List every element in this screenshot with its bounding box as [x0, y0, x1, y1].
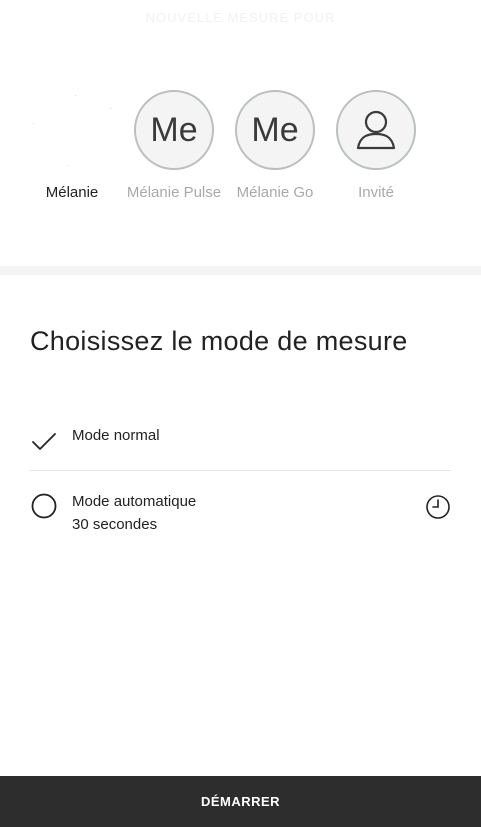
avatar: [336, 90, 416, 170]
picker-ghost-mark: ·: [74, 90, 77, 100]
radio-circle-icon: [31, 493, 57, 519]
mode-auto-text: Mode automatique 30 secondes: [72, 490, 196, 536]
user-melanie-pulse[interactable]: Me Mélanie Pulse: [124, 90, 224, 204]
clock-icon[interactable]: [425, 494, 451, 520]
picker-ghost-mark: ': [110, 106, 112, 116]
avatar: Me: [134, 90, 214, 170]
mode-normal-option[interactable]: Mode normal: [30, 418, 451, 471]
screen-title: NOUVELLE MESURE POUR: [145, 10, 336, 25]
mode-auto-label: Mode automatique: [72, 493, 197, 510]
user-guest[interactable]: Invité: [326, 90, 426, 204]
selected-user-avatar: · ' · ·: [32, 90, 112, 170]
section-divider: [0, 266, 481, 275]
mode-title: Choisissez le mode de mesure: [30, 326, 408, 356]
user-picker[interactable]: · ' · · Mélanie Me Mélanie Pulse Me Méla…: [0, 90, 481, 240]
person-icon: [356, 110, 396, 150]
avatar: Me: [235, 90, 315, 170]
user-melanie-go[interactable]: Me Mélanie Go: [225, 90, 325, 204]
user-name: Invité: [358, 184, 394, 201]
user-melanie[interactable]: · ' · · Mélanie: [22, 90, 122, 204]
user-name: Mélanie Go: [236, 184, 314, 201]
picker-ghost-mark: ·: [66, 160, 69, 170]
mode-normal-label: Mode normal: [72, 427, 160, 444]
mode-auto-option[interactable]: Mode automatique 30 secondes: [30, 484, 451, 536]
start-button[interactable]: DÉMARRER: [0, 776, 481, 827]
user-name: Mélanie Pulse: [126, 184, 222, 201]
checkmark-icon: [32, 433, 56, 450]
mode-auto-duration: 30 secondes: [72, 516, 158, 533]
user-name: Mélanie: [45, 184, 99, 201]
measure-screen: NOUVELLE MESURE POUR · ' · · Mélanie Me …: [0, 0, 481, 827]
picker-ghost-mark: ·: [32, 118, 35, 128]
